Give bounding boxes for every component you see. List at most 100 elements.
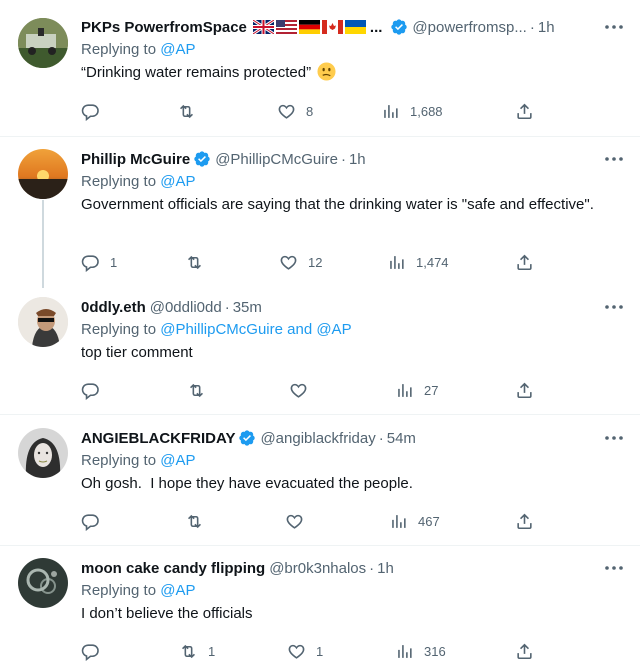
retweet-icon — [180, 104, 193, 118]
tweet-content: 0ddly.eth @0ddli0dd · 35m Replying to @P… — [81, 297, 622, 363]
views-icon — [384, 104, 398, 118]
verified-icon[interactable] — [238, 429, 256, 447]
retweet-button[interactable] — [185, 251, 214, 273]
avatar[interactable] — [18, 149, 68, 199]
tweet-text: top tier comment — [81, 344, 193, 361]
view-count: 27 — [424, 382, 439, 398]
tweet-text-body: “Drinking water remains protected” — [81, 64, 312, 81]
tweet[interactable]: 0ddly.eth @0ddli0dd · 35m Replying to @P… — [0, 287, 640, 414]
heart-icon — [280, 255, 297, 270]
author-name[interactable]: moon cake candy flipping — [81, 560, 265, 577]
views-button[interactable]: 316 — [395, 640, 446, 662]
author-handle[interactable]: @powerfromsp... — [412, 19, 526, 36]
replying-to-link[interactable]: @AP — [160, 582, 195, 599]
author-handle[interactable]: @PhillipCMcGuire — [215, 151, 338, 168]
views-button[interactable]: 27 — [395, 379, 438, 401]
timestamp[interactable]: 1h — [377, 560, 394, 577]
author-name[interactable]: 0ddly.eth — [81, 299, 146, 316]
views-icon — [390, 255, 404, 269]
author-handle[interactable]: @0ddli0dd — [150, 299, 222, 316]
more-icon[interactable] — [602, 149, 626, 169]
heart-icon — [288, 644, 305, 659]
uk-flag-icon — [252, 20, 274, 34]
views-button[interactable]: 1,474 — [387, 251, 449, 273]
tweet-actions: 8 1,688 — [81, 100, 541, 122]
views-button[interactable]: 1,688 — [381, 100, 443, 122]
avatar[interactable] — [18, 18, 68, 68]
replying-to-prefix: Replying to — [81, 321, 157, 338]
separator-dot: · — [529, 18, 535, 36]
like-button[interactable]: 12 — [279, 251, 322, 273]
like-button[interactable] — [285, 510, 314, 532]
share-button[interactable] — [515, 510, 534, 532]
reply-button[interactable] — [81, 379, 110, 401]
tweet[interactable]: Phillip McGuire @PhillipCMcGuire · 1h Re… — [0, 137, 640, 287]
tweet[interactable]: moon cake candy flipping @br0k3nhalos · … — [0, 546, 640, 667]
more-icon[interactable] — [602, 297, 626, 317]
timestamp[interactable]: 35m — [233, 299, 262, 316]
retweet-button[interactable] — [187, 379, 216, 401]
tweet-header: 0ddly.eth @0ddli0dd · 35m — [81, 297, 622, 317]
retweet-button[interactable] — [177, 100, 206, 122]
author-name[interactable]: Phillip McGuire — [81, 151, 190, 168]
replying-to-prefix: Replying to — [81, 41, 157, 58]
like-button[interactable] — [289, 379, 318, 401]
separator-dot: · — [224, 298, 230, 316]
tweet-content: ANGIEBLACKFRIDAY @angiblackfriday · 54m … — [81, 428, 622, 494]
like-button[interactable]: 1 — [287, 640, 323, 662]
tweet-text: “Drinking water remains protected” — [81, 62, 622, 83]
more-icon[interactable] — [602, 428, 626, 448]
timestamp[interactable]: 1h — [538, 19, 555, 36]
heart-icon — [278, 104, 295, 119]
like-button[interactable]: 8 — [277, 100, 313, 122]
author-handle[interactable]: @br0k3nhalos — [269, 560, 366, 577]
views-button[interactable]: 467 — [389, 510, 440, 532]
author-handle[interactable]: @angiblackfriday — [260, 430, 375, 447]
retweet-button[interactable]: 1 — [179, 640, 215, 662]
view-count: 1,688 — [410, 103, 443, 119]
reply-icon — [81, 513, 99, 531]
share-button[interactable] — [515, 640, 534, 662]
retweet-button[interactable] — [185, 510, 214, 532]
retweet-icon — [182, 644, 195, 658]
share-button[interactable] — [515, 100, 534, 122]
tweet[interactable]: ANGIEBLACKFRIDAY @angiblackfriday · 54m … — [0, 415, 640, 545]
timestamp[interactable]: 54m — [387, 430, 416, 447]
retweet-icon — [188, 514, 201, 528]
replying-to-prefix: Replying to — [81, 173, 157, 190]
replying-to-link[interactable]: @AP — [160, 452, 195, 469]
share-icon — [517, 643, 532, 659]
separator-dot: · — [369, 559, 375, 577]
views-icon — [392, 514, 406, 528]
reply-button[interactable] — [81, 640, 110, 662]
reply-button[interactable] — [81, 100, 110, 122]
share-button[interactable] — [515, 251, 534, 273]
share-button[interactable] — [515, 379, 534, 401]
heart-icon — [290, 383, 307, 398]
timestamp[interactable]: 1h — [349, 151, 366, 168]
more-icon[interactable] — [602, 17, 626, 37]
verified-icon[interactable] — [390, 18, 408, 36]
reply-icon — [81, 382, 99, 400]
tweet-header: PKPs PowerfromSpace ... @powerfromsp... … — [81, 17, 622, 37]
confused-face-emoji-icon — [317, 62, 336, 81]
author-name[interactable]: PKPs PowerfromSpace — [81, 19, 247, 36]
share-icon — [517, 103, 532, 119]
more-icon[interactable] — [602, 558, 626, 578]
replying-to-link[interactable]: @AP — [160, 41, 195, 58]
tweet[interactable]: PKPs PowerfromSpace ... @powerfromsp... … — [0, 0, 640, 136]
replying-to: Replying to @AP — [81, 172, 622, 192]
verified-icon[interactable] — [193, 150, 211, 168]
avatar[interactable] — [18, 558, 68, 608]
us-flag-icon — [275, 20, 297, 34]
replying-to-link[interactable]: @PhillipCMcGuire and @AP — [160, 321, 351, 338]
tweet-content: PKPs PowerfromSpace ... @powerfromsp... … — [81, 17, 622, 83]
replying-to-link[interactable]: @AP — [160, 173, 195, 190]
tweet-content: Phillip McGuire @PhillipCMcGuire · 1h Re… — [81, 149, 622, 215]
avatar[interactable] — [18, 428, 68, 478]
avatar[interactable] — [18, 297, 68, 347]
reply-button[interactable]: 1 — [81, 251, 117, 273]
reply-button[interactable] — [81, 510, 110, 532]
author-name[interactable]: ANGIEBLACKFRIDAY — [81, 430, 235, 447]
tweet-text: Government officials are saying that the… — [81, 196, 594, 213]
